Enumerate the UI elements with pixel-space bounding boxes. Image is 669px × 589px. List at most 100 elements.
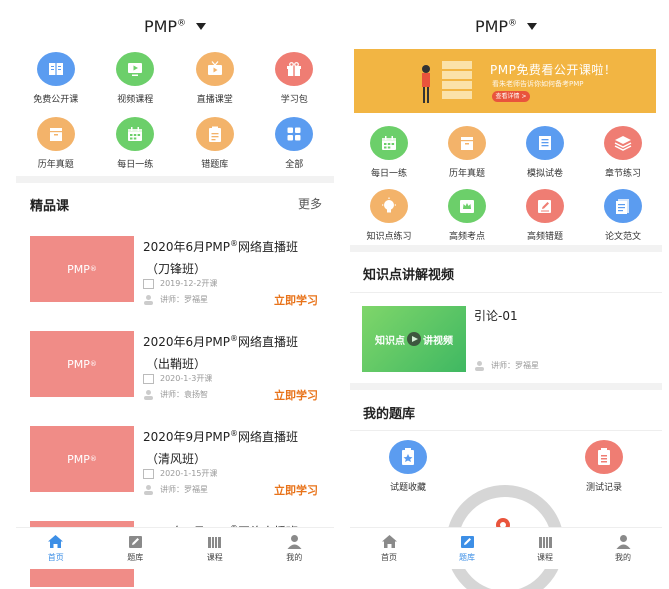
course-subtitle: （清风班） — [146, 452, 207, 466]
more-link[interactable]: 更多 — [298, 195, 322, 212]
layers-icon — [604, 126, 642, 160]
course-title[interactable]: 2020年9月PMP®网络直播班 — [143, 428, 298, 445]
tab-4[interactable]: 我的 — [255, 528, 335, 569]
grid-item-label: 知识点练习 — [366, 232, 412, 242]
grid-item-label: 视频课程 — [117, 95, 154, 105]
grid-item-5[interactable]: 知识点练习 — [350, 189, 428, 242]
course-thumbnail[interactable]: PMP ® — [30, 236, 134, 302]
grid-item-label: 全部 — [285, 160, 304, 170]
grid-item-4[interactable]: 章节练习 — [584, 126, 662, 179]
favorites-button[interactable]: 试题收藏 — [380, 440, 436, 493]
grid-item-label: 学习包 — [280, 95, 308, 105]
calendar-icon — [143, 468, 154, 479]
exam-selector[interactable]: PMP® — [16, 8, 334, 44]
test-records-button[interactable]: 测试记录 — [576, 440, 632, 493]
box-icon — [448, 126, 486, 160]
tab-2[interactable]: 题库 — [428, 528, 506, 569]
course-teacher: 讲师：罗福星 — [143, 294, 208, 305]
grid-item-8[interactable]: 论文范文 — [584, 189, 662, 242]
grid-item-4[interactable]: 学习包 — [255, 52, 335, 105]
grid-item-3[interactable]: 模拟试卷 — [506, 126, 584, 179]
grid-item-label: 每日一练 — [370, 169, 407, 179]
course-date: 2020-1-3开课 — [143, 373, 212, 384]
exam-selector[interactable]: PMP® — [350, 8, 662, 44]
lesson-title[interactable]: 引论-01 — [474, 307, 518, 324]
pencil-icon — [128, 536, 142, 548]
grid-item-6[interactable]: 每日一练 — [96, 117, 176, 170]
tab-label: 首页 — [47, 553, 64, 562]
section-title-bank: 我的题库 — [363, 407, 416, 422]
course-title[interactable]: 2020年6月PMP®网络直播班 — [143, 238, 298, 255]
start-learning-button[interactable]: 立即学习 — [274, 387, 318, 403]
grid-item-1[interactable]: 每日一练 — [350, 126, 428, 179]
tab-3[interactable]: 课程 — [506, 528, 584, 569]
caret-down-icon — [527, 22, 538, 30]
start-learning-button[interactable]: 立即学习 — [274, 292, 318, 308]
divider — [350, 430, 662, 431]
tab-label: 题库 — [459, 553, 475, 562]
grid-item-label: 免费公开课 — [33, 95, 79, 105]
calendar-icon — [143, 373, 154, 384]
tab-3[interactable]: 课程 — [175, 528, 255, 569]
course-title[interactable]: 2020年6月PMP®网络直播班 — [143, 333, 298, 350]
person-icon — [287, 535, 302, 549]
books-icon — [538, 537, 552, 548]
home-screen: PMP® 免费公开课 视频课程 直播课堂 学习包历年真题 每日一练 错题库 全部 精品课 更… — [16, 0, 334, 589]
books-icon — [208, 537, 222, 548]
bottom-tab-bar: 首页 题库 课程 我的 — [350, 527, 662, 569]
book-icon — [36, 52, 75, 86]
tab-label: 课程 — [537, 553, 553, 562]
tab-2[interactable]: 题库 — [96, 528, 176, 569]
grid-item-8[interactable]: 全部 — [255, 117, 335, 170]
promo-banner[interactable]: PMP免费看公开课啦！ 看朱老师告诉你如何备考PMP 查看详情 > — [354, 49, 656, 113]
user-icon — [475, 361, 484, 371]
course-card[interactable]: PMP ® 2020年6月PMP®网络直播班 （出鞘班） 2020-1-3开课 讲师：袁扬… — [16, 331, 334, 419]
tab-1[interactable]: 首页 — [16, 528, 96, 569]
feature-grid: 免费公开课 视频课程 直播课堂 学习包历年真题 每日一练 错题库 全部 — [16, 52, 334, 170]
grid-item-1[interactable]: 免费公开课 — [16, 52, 96, 105]
grid-item-7[interactable]: 高频错题 — [506, 189, 584, 242]
banner-detail-button[interactable]: 查看详情 > — [492, 91, 530, 102]
course-thumbnail[interactable]: PMP ® — [30, 426, 134, 492]
calendar-icon — [116, 117, 155, 151]
video-icon — [116, 52, 155, 86]
grid-item-6[interactable]: 高频考点 — [428, 189, 506, 242]
user-icon — [144, 295, 153, 305]
tab-label: 课程 — [206, 553, 223, 562]
grid-item-7[interactable]: 错题库 — [175, 117, 255, 170]
tv-icon — [195, 52, 234, 86]
section-title: 精品课 — [30, 199, 70, 214]
course-teacher: 讲师：罗福星 — [143, 484, 208, 495]
grid-item-3[interactable]: 直播课堂 — [175, 52, 255, 105]
start-learning-button[interactable]: 立即学习 — [274, 482, 318, 498]
grid-item-5[interactable]: 历年真题 — [16, 117, 96, 170]
grid-item-label: 高频错题 — [526, 232, 563, 242]
bulb-icon — [370, 189, 408, 223]
edit-icon — [526, 189, 564, 223]
banner-subtitle: 看朱老师告诉你如何备考PMP — [492, 80, 584, 88]
course-date: 2019-12-2开课 — [143, 278, 217, 289]
calendar-icon — [370, 126, 408, 160]
grid-item-2[interactable]: 视频课程 — [96, 52, 176, 105]
course-thumbnail[interactable]: PMP ® — [30, 331, 134, 397]
grid-item-label: 模拟试卷 — [526, 169, 563, 179]
tab-label: 首页 — [381, 553, 397, 562]
box-icon — [36, 117, 75, 151]
course-card[interactable]: PMP ® 2020年9月PMP®网络直播班 （清风班） 2020-1-15开课 讲师：罗… — [16, 426, 334, 514]
banner-title: PMP免费看公开课啦！ — [490, 63, 617, 77]
grid-item-label: 历年真题 — [448, 169, 485, 179]
crown-icon — [448, 189, 486, 223]
tab-4[interactable]: 我的 — [584, 528, 662, 569]
grid-icon — [275, 117, 314, 151]
grid-item-label: 每日一练 — [117, 160, 154, 170]
grid-item-label: 论文范文 — [604, 232, 641, 242]
divider — [350, 292, 662, 293]
clipboard-list-icon — [585, 440, 623, 474]
video-thumbnail[interactable]: 知识点 讲视频 — [362, 306, 466, 372]
grid-item-2[interactable]: 历年真题 — [428, 126, 506, 179]
tab-1[interactable]: 首页 — [350, 528, 428, 569]
person-icon — [616, 535, 630, 549]
section-divider — [16, 176, 334, 183]
course-card[interactable]: PMP ® 2020年6月PMP®网络直播班 （刀锋班） 2019-12-2开课 讲师：罗… — [16, 236, 334, 324]
paper-icon — [526, 126, 564, 160]
